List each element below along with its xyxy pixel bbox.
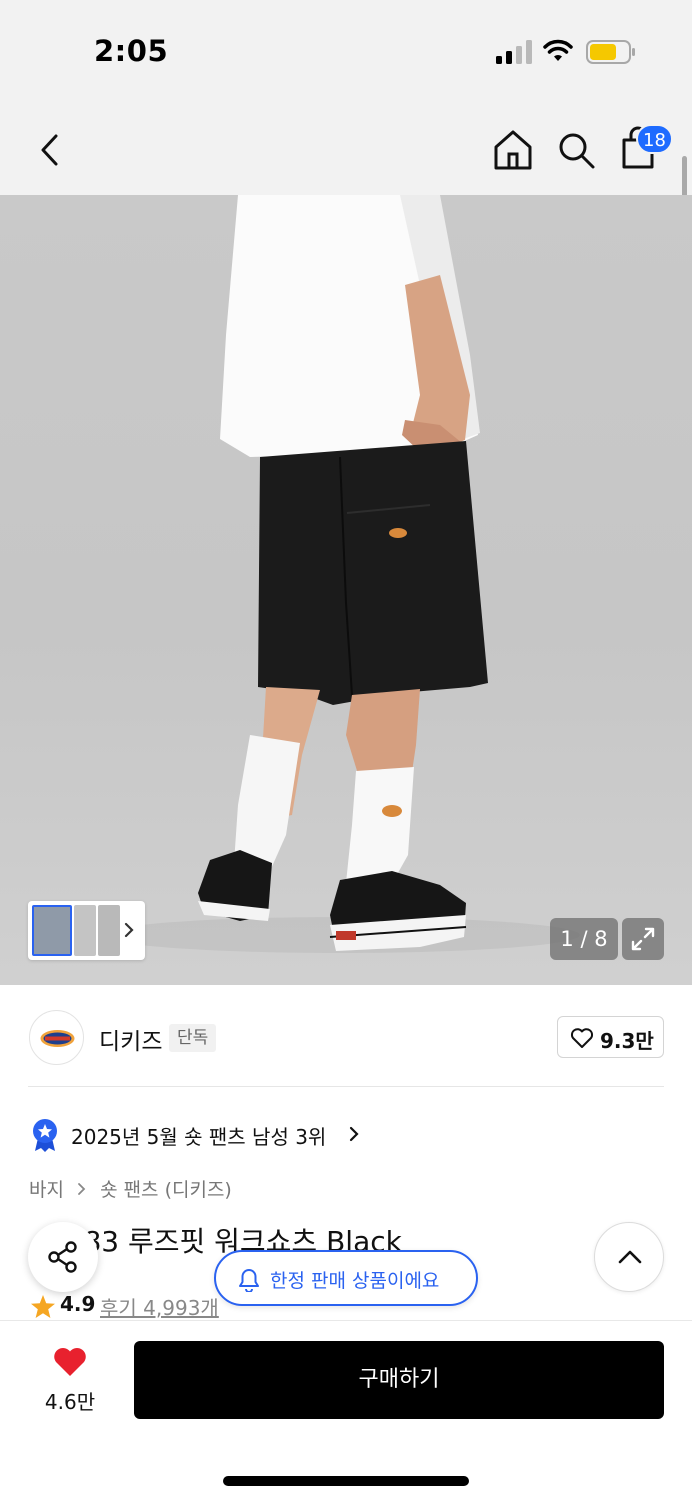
limited-sale-banner[interactable]: 한정 판매 상품이에요 [214, 1250, 478, 1306]
product-image-gallery[interactable] [0, 195, 692, 985]
ranking-text[interactable]: 2025년 5월 숏 팬츠 남성 3위 [71, 1121, 326, 1150]
wishlist-count: 4.6만 [44, 1390, 96, 1414]
dickies-logo-icon [40, 1030, 75, 1047]
back-arrow-icon[interactable] [32, 128, 68, 172]
signal-icon [496, 40, 532, 64]
home-indicator [223, 1476, 469, 1486]
search-icon[interactable] [556, 130, 596, 170]
ranking-medal-icon [33, 1119, 57, 1152]
bell-icon [239, 1269, 259, 1292]
status-time: 2:05 [94, 34, 169, 68]
breadcrumb-level-2[interactable]: 숏 팬츠 (디키즈) [100, 1175, 232, 1202]
share-button[interactable] [28, 1222, 98, 1292]
heart-outline-icon [570, 1028, 594, 1048]
buy-button[interactable]: 구매하기 [134, 1341, 664, 1419]
status-bar: 2:05 [0, 0, 692, 100]
image-page-counter: 1 / 8 [550, 918, 618, 960]
chevron-right-icon[interactable] [121, 918, 137, 942]
heart-filled-icon[interactable] [52, 1346, 88, 1378]
thumbnail-3[interactable] [98, 905, 120, 956]
exclusive-tag: 단독 [169, 1024, 217, 1052]
scroll-to-top-button[interactable] [594, 1222, 664, 1292]
chevron-right-icon [78, 1182, 86, 1195]
chevron-up-icon [618, 1250, 642, 1264]
wifi-icon [543, 39, 573, 61]
brand-like-button[interactable]: 9.3만 [557, 1016, 664, 1058]
breadcrumb: 바지 숏 팬츠 (디키즈) [29, 1175, 232, 1202]
breadcrumb-level-1[interactable]: 바지 [29, 1175, 64, 1202]
star-icon [31, 1295, 55, 1318]
chevron-right-icon[interactable] [347, 1125, 361, 1143]
limited-sale-text: 한정 판매 상품이에요 [270, 1270, 440, 1292]
rating-value: 4.9 [60, 1292, 96, 1316]
expand-icon [631, 927, 655, 951]
home-icon[interactable] [492, 128, 534, 172]
cart-count-badge: 18 [636, 124, 673, 154]
brand-logo[interactable] [29, 1010, 84, 1065]
review-count-link[interactable]: 후기 4,993개 [100, 1292, 219, 1321]
share-icon [48, 1241, 77, 1273]
thumbnail-2[interactable] [74, 905, 96, 956]
battery-icon [586, 40, 635, 64]
product-photo [100, 195, 580, 953]
thumbnail-1[interactable] [32, 905, 72, 956]
divider [28, 1086, 664, 1087]
brand-name[interactable]: 디키즈 [99, 1022, 162, 1056]
expand-image-button[interactable] [622, 918, 664, 960]
brand-like-count: 9.3만 [600, 1029, 654, 1053]
